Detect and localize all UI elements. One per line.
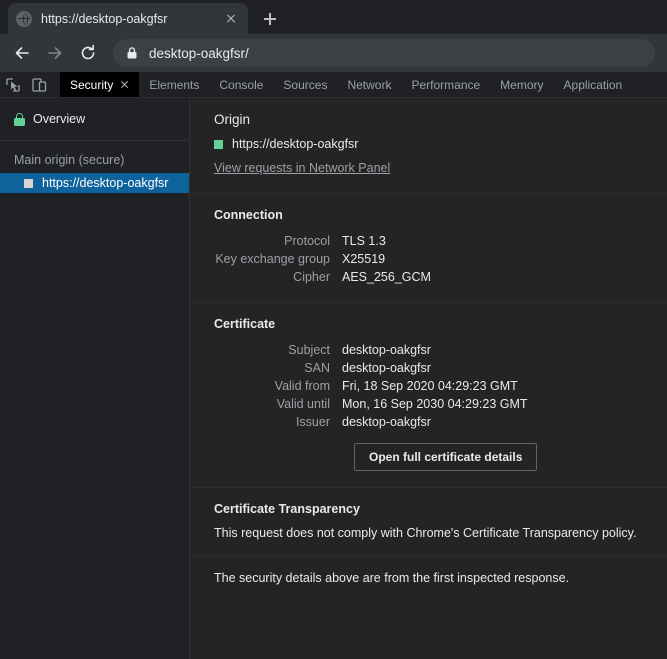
row-key: Valid from (274, 379, 330, 393)
table-row: Protocol TLS 1.3 (214, 232, 431, 250)
origin-status-square-icon (24, 178, 33, 188)
browser-tab[interactable]: https://desktop-oakgfsr (8, 3, 248, 34)
back-button[interactable] (8, 39, 36, 67)
security-sidebar: Overview Main origin (secure) https://de… (0, 98, 190, 659)
row-value: Fri, 18 Sep 2020 04:29:23 GMT (342, 379, 518, 393)
row-value: desktop-oakgfsr (342, 361, 431, 375)
reload-button[interactable] (74, 39, 102, 67)
close-icon[interactable] (120, 80, 129, 89)
tab-performance[interactable]: Performance (401, 72, 490, 97)
inspect-element-icon[interactable] (0, 72, 26, 98)
tab-console-label: Console (219, 77, 264, 92)
address-bar-url: desktop-oakgfsr/ (149, 45, 249, 61)
tab-application[interactable]: Application (554, 72, 633, 97)
row-value: X25519 (342, 252, 386, 266)
globe-icon (16, 10, 32, 27)
new-tab-button[interactable] (258, 7, 282, 31)
certificate-transparency-section: Certificate Transparency This request do… (190, 488, 667, 556)
row-key: Protocol (284, 234, 330, 248)
row-key: Cipher (293, 270, 330, 284)
origin-section-title: Origin (214, 112, 251, 127)
certificate-section-title: Certificate (214, 317, 276, 331)
connection-section-title: Connection (214, 208, 283, 222)
arrow-left-icon (15, 47, 29, 59)
tab-security[interactable]: Security (60, 72, 140, 97)
devtools-panel: Security Elements Console Sources Networ… (0, 72, 667, 659)
connection-section: Connection Protocol TLS 1.3 Key exchange… (190, 194, 667, 302)
origin-section: Origin https://desktop-oakgfsr View requ… (190, 98, 667, 193)
view-requests-link[interactable]: View requests in Network Panel (214, 161, 390, 175)
tab-network-label: Network (347, 77, 392, 92)
tab-sources[interactable]: Sources (273, 72, 337, 97)
sidebar-item-overview-label: Overview (33, 112, 86, 126)
tab-security-label: Security (70, 77, 114, 92)
devtools-body: Overview Main origin (secure) https://de… (0, 98, 667, 659)
browser-tab-title: https://desktop-oakgfsr (41, 11, 168, 26)
row-value: TLS 1.3 (342, 234, 386, 248)
table-row: Cipher AES_256_GCM (214, 268, 431, 286)
origin-url: https://desktop-oakgfsr (232, 137, 359, 151)
certificate-table: Subject desktop-oakgfsr SAN desktop-oakg… (214, 341, 528, 431)
tab-strip: https://desktop-oakgfsr (0, 0, 667, 34)
table-row: Valid from Fri, 18 Sep 2020 04:29:23 GMT (214, 377, 528, 395)
table-row: Valid until Mon, 16 Sep 2030 04:29:23 GM… (214, 395, 528, 413)
certificate-section: Certificate Subject desktop-oakgfsr SAN … (190, 303, 667, 487)
row-key: Subject (288, 343, 330, 357)
browser-chrome: https://desktop-oakgfsr desktop-oakgfsr/ (0, 0, 667, 72)
lock-icon (14, 112, 25, 126)
browser-toolbar: desktop-oakgfsr/ (0, 34, 667, 72)
tab-sources-label: Sources (283, 77, 328, 92)
security-main-panel: Origin https://desktop-oakgfsr View requ… (190, 98, 667, 659)
row-key: Valid until (276, 397, 330, 411)
connection-table: Protocol TLS 1.3 Key exchange group X255… (214, 232, 431, 286)
tab-application-label: Application (563, 77, 623, 92)
sidebar-item-origin[interactable]: https://desktop-oakgfsr (0, 173, 189, 193)
tab-performance-label: Performance (411, 77, 481, 92)
devtools-tabbar: Security Elements Console Sources Networ… (0, 72, 667, 98)
row-value: AES_256_GCM (342, 270, 431, 284)
close-icon[interactable] (222, 10, 240, 28)
table-row: Key exchange group X25519 (214, 250, 431, 268)
row-key: SAN (304, 361, 330, 375)
sidebar-group-title: Main origin (secure) (14, 153, 125, 167)
origin-url-row: https://desktop-oakgfsr (214, 137, 643, 151)
table-row: SAN desktop-oakgfsr (214, 359, 528, 377)
tab-elements[interactable]: Elements (139, 72, 209, 97)
toolbar-divider (52, 72, 60, 97)
table-row: Issuer desktop-oakgfsr (214, 413, 528, 431)
reload-icon (81, 44, 95, 60)
tab-elements-label: Elements (149, 77, 200, 92)
tab-memory-label: Memory (500, 77, 544, 92)
secure-status-square-icon (214, 139, 223, 149)
row-value: desktop-oakgfsr (342, 343, 431, 357)
row-key: Key exchange group (215, 252, 330, 266)
row-value: desktop-oakgfsr (342, 415, 431, 429)
device-toggle-icon[interactable] (26, 72, 52, 98)
footer-note-section: The security details above are from the … (190, 557, 667, 601)
sidebar-item-origin-label: https://desktop-oakgfsr (42, 176, 169, 190)
sidebar-item-overview[interactable]: Overview (0, 108, 189, 130)
open-certificate-details-button[interactable]: Open full certificate details (354, 443, 538, 471)
certificate-transparency-title: Certificate Transparency (214, 502, 360, 516)
tab-network[interactable]: Network (337, 72, 401, 97)
table-row: Subject desktop-oakgfsr (214, 341, 528, 359)
arrow-right-icon (48, 47, 62, 59)
forward-button[interactable] (41, 39, 69, 67)
certificate-transparency-body: This request does not comply with Chrome… (214, 526, 637, 540)
address-bar[interactable]: desktop-oakgfsr/ (113, 39, 655, 67)
lock-icon (125, 46, 139, 60)
footer-note: The security details above are from the … (214, 571, 570, 585)
row-value: Mon, 16 Sep 2030 04:29:23 GMT (342, 397, 528, 411)
tab-console[interactable]: Console (209, 72, 273, 97)
row-key: Issuer (295, 415, 330, 429)
tab-memory[interactable]: Memory (490, 72, 553, 97)
